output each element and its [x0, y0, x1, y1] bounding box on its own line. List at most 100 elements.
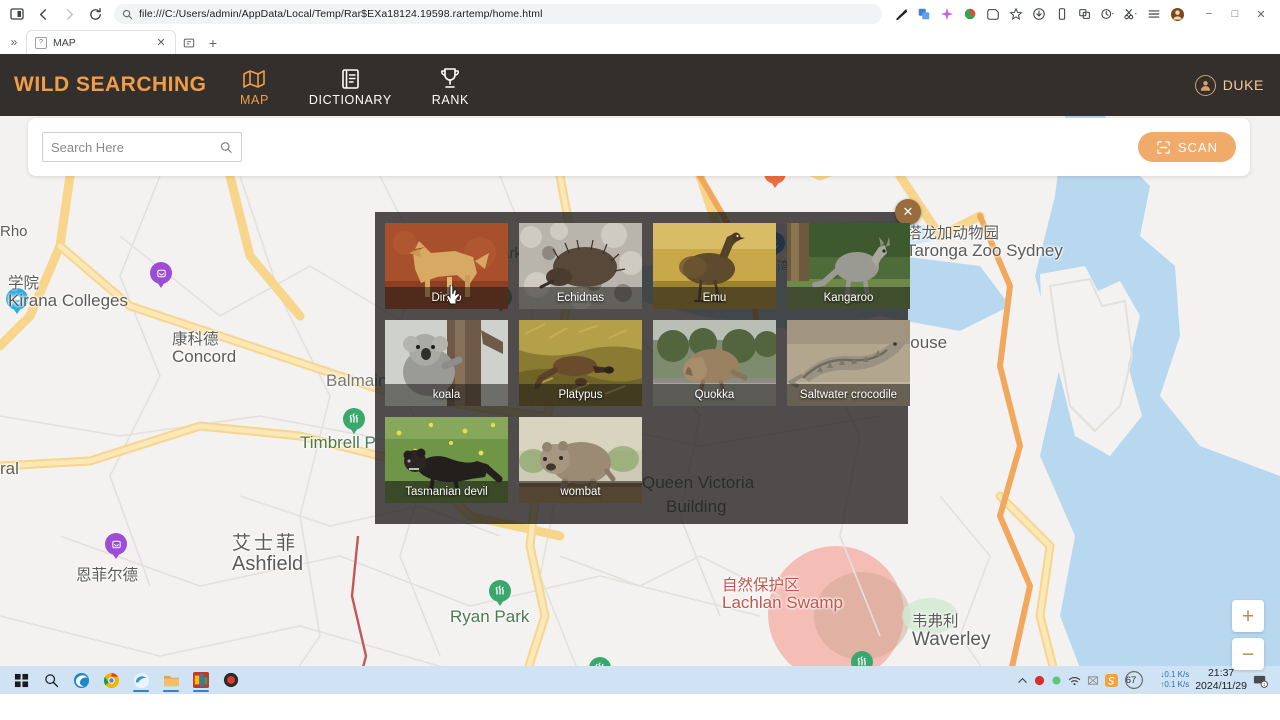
split-screen-icon[interactable]: [6, 3, 28, 25]
scan-button-label: SCAN: [1177, 139, 1218, 155]
green-dot-icon[interactable]: [1051, 675, 1062, 686]
animal-card-kangaroo[interactable]: Kangaroo: [787, 223, 910, 309]
folder-icon[interactable]: [156, 667, 186, 693]
zoom-out-button[interactable]: −: [1232, 638, 1264, 670]
animal-card-saltwater-crocodile[interactable]: Saltwater crocodile: [787, 320, 910, 406]
animal-card-echidnas[interactable]: Echidnas: [519, 223, 642, 309]
map-label: Ryan Park: [450, 607, 530, 626]
search-icon[interactable]: [36, 667, 66, 693]
download-icon[interactable]: [1028, 3, 1050, 25]
sparkle-icon[interactable]: [936, 3, 958, 25]
animal-card-platypus[interactable]: Platypus: [519, 320, 642, 406]
forward-arrow-icon: [58, 3, 80, 25]
windows-taskbar: 67 ↓0.1 K/s ↑0.1 K/s 21:37 2024/11/29 1: [0, 666, 1280, 694]
map-poi-ryan-park[interactable]: [489, 580, 511, 602]
map-zoom-controls: + −: [1232, 600, 1264, 670]
animal-name: Emu: [653, 287, 776, 309]
map-poi-enfield[interactable]: [105, 533, 127, 555]
search-icon: [122, 9, 133, 19]
window-controls: − □ ✕: [1196, 3, 1274, 25]
user-name: DUKE: [1222, 77, 1264, 93]
animal-name: Platypus: [519, 384, 642, 406]
windows-start-icon[interactable]: [6, 667, 36, 693]
animal-name: Dingo: [385, 287, 508, 309]
map-poi-concord[interactable]: [150, 262, 172, 284]
extensions-bar: [890, 3, 1188, 25]
map-label: 康科德 Concord: [172, 331, 237, 367]
tab-title: MAP: [53, 36, 76, 49]
nav-item-map[interactable]: MAP: [240, 64, 269, 107]
nav-item-dictionary[interactable]: DICTIONARY: [309, 64, 392, 107]
history-icon[interactable]: [1097, 3, 1119, 25]
animal-card-emu[interactable]: Emu: [653, 223, 776, 309]
device-icon[interactable]: [1051, 3, 1073, 25]
network-icon[interactable]: [1087, 675, 1099, 686]
nav-item-rank[interactable]: RANK: [432, 64, 469, 107]
map-label: 艾士菲 Ashfield: [232, 533, 304, 575]
tab-strip: » ? MAP ✕ +: [0, 28, 1280, 54]
app-header: WILD SEARCHING MAP DICTIONARY RANK DUKE: [0, 54, 1280, 116]
map-poi-timbrell-park[interactable]: [343, 408, 365, 430]
map-label: 韦弗利 Waverley: [912, 613, 991, 651]
chrome-icon[interactable]: [96, 667, 126, 693]
map-label: 自然保护区 Lachlan Swamp: [722, 577, 843, 613]
user-avatar-icon: [1194, 74, 1216, 96]
search-bar: SCAN: [28, 118, 1250, 176]
address-bar[interactable]: file:///C:/Users/admin/AppData/Local/Tem…: [114, 4, 882, 24]
shield-icon[interactable]: [959, 3, 981, 25]
menu-icon[interactable]: [1143, 3, 1165, 25]
animal-card-quokka[interactable]: Quokka: [653, 320, 776, 406]
edge-icon[interactable]: [66, 667, 96, 693]
animal-card-dingo[interactable]: Dingo: [385, 223, 508, 309]
scan-button[interactable]: SCAN: [1137, 132, 1236, 162]
user-menu[interactable]: DUKE: [1194, 74, 1264, 96]
animal-card-tasmanian-devil[interactable]: Tasmanian devil: [385, 417, 508, 503]
record-red-icon[interactable]: [1034, 675, 1045, 686]
notification-icon[interactable]: 1: [1253, 673, 1268, 688]
s-app-icon[interactable]: [1104, 673, 1118, 687]
animal-name: Tasmanian devil: [385, 481, 508, 503]
browser-icon[interactable]: [126, 667, 156, 693]
star-icon[interactable]: [1005, 3, 1027, 25]
profile-icon[interactable]: [1166, 3, 1188, 25]
animal-name: wombat: [519, 481, 642, 503]
chevron-up-icon[interactable]: [1017, 675, 1028, 686]
tab-search-icon[interactable]: [178, 32, 200, 54]
browser-chrome: file:///C:/Users/admin/AppData/Local/Tem…: [0, 0, 1280, 54]
app-icon[interactable]: [186, 667, 216, 693]
tab-overflow-icon[interactable]: »: [4, 30, 24, 54]
clock[interactable]: 21:37 2024/11/29: [1195, 667, 1247, 693]
search-field[interactable]: [42, 132, 242, 162]
animal-card-koala[interactable]: koala: [385, 320, 508, 406]
search-input[interactable]: [51, 139, 221, 155]
tab-close-icon[interactable]: ✕: [155, 36, 167, 49]
minimize-button[interactable]: −: [1196, 3, 1222, 25]
copy-icon[interactable]: [913, 3, 935, 25]
close-window-button[interactable]: ✕: [1248, 3, 1274, 25]
animal-card-wombat[interactable]: wombat: [519, 417, 642, 503]
animal-results-panel: ✕ Dingo Echidnas Emu Kangaroo koala Plat…: [375, 199, 921, 524]
reload-icon[interactable]: [84, 3, 106, 25]
animal-name: koala: [385, 384, 508, 406]
map-label: Rho: [0, 223, 28, 240]
map-icon: [243, 68, 266, 90]
trophy-icon: [440, 68, 460, 90]
close-panel-button[interactable]: ✕: [895, 199, 921, 225]
pen-icon[interactable]: [890, 3, 912, 25]
animal-name: Quokka: [653, 384, 776, 406]
battery-indicator[interactable]: 67: [1124, 670, 1155, 690]
collections-icon[interactable]: [1074, 3, 1096, 25]
map-label: ral: [0, 459, 19, 478]
record-icon[interactable]: [216, 667, 246, 693]
new-tab-button[interactable]: +: [202, 32, 224, 54]
search-icon: [221, 141, 233, 153]
tab-map[interactable]: ? MAP ✕: [26, 30, 176, 54]
back-arrow-icon[interactable]: [32, 3, 54, 25]
zoom-in-button[interactable]: +: [1232, 600, 1264, 632]
wifi-icon[interactable]: [1068, 675, 1081, 686]
animal-name: Saltwater crocodile: [787, 384, 910, 406]
nav-label: MAP: [240, 92, 269, 107]
scissors-icon[interactable]: [1120, 3, 1142, 25]
pocket-icon[interactable]: [982, 3, 1004, 25]
maximize-button[interactable]: □: [1222, 3, 1248, 25]
